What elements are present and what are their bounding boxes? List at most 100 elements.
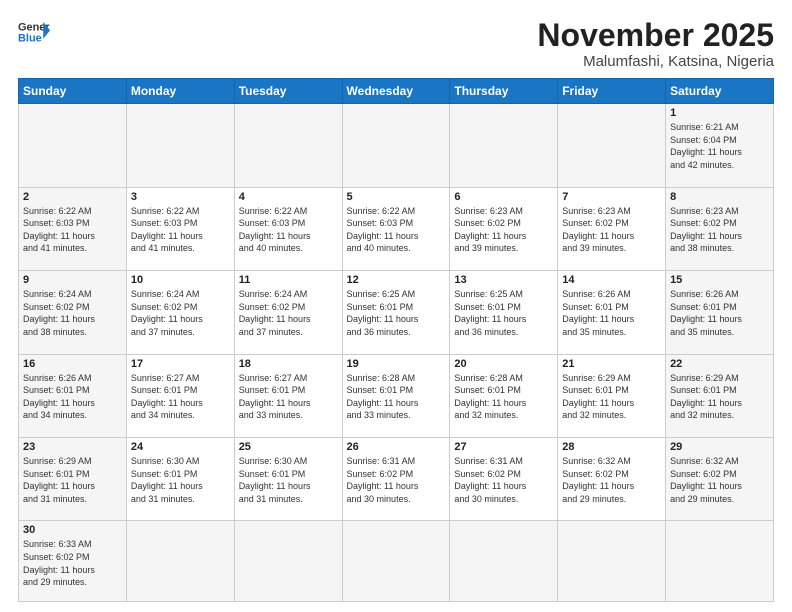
day-info: Sunrise: 6:32 AM Sunset: 6:02 PM Dayligh… xyxy=(562,455,661,505)
day-number: 10 xyxy=(131,274,230,286)
day-number: 26 xyxy=(347,441,446,453)
header-monday: Monday xyxy=(126,79,234,104)
table-row: 14 Sunrise: 6:26 AM Sunset: 6:01 PM Dayli… xyxy=(558,271,666,354)
day-info: Sunrise: 6:22 AM Sunset: 6:03 PM Dayligh… xyxy=(347,205,446,255)
day-info: Sunrise: 6:33 AM Sunset: 6:02 PM Dayligh… xyxy=(23,538,122,588)
table-row xyxy=(450,104,558,187)
table-row: 20Sunrise: 6:28 AM Sunset: 6:01 PM Dayli… xyxy=(450,354,558,437)
day-number: 14 xyxy=(562,274,661,286)
table-row: 21 Sunrise: 6:29 AM Sunset: 6:01 PM Dayli… xyxy=(558,354,666,437)
day-info: Sunrise: 6:24 AM Sunset: 6:02 PM Dayligh… xyxy=(239,288,338,338)
table-row: 1 Sunrise: 6:21 AM Sunset: 6:04 PM Daylig… xyxy=(666,104,774,187)
table-row: 4Sunrise: 6:22 AM Sunset: 6:03 PM Daylig… xyxy=(234,187,342,270)
day-number: 2 xyxy=(23,191,122,203)
day-info: Sunrise: 6:25 AM Sunset: 6:01 PM Dayligh… xyxy=(347,288,446,338)
day-number: 21 xyxy=(562,358,661,370)
table-row: 10 Sunrise: 6:24 AM Sunset: 6:02 PM Dayli… xyxy=(126,271,234,354)
day-number: 23 xyxy=(23,441,122,453)
day-number: 22 xyxy=(670,358,769,370)
day-number: 30 xyxy=(23,524,122,536)
table-row: 11 Sunrise: 6:24 AM Sunset: 6:02 PM Dayli… xyxy=(234,271,342,354)
table-row: 6 Sunrise: 6:23 AM Sunset: 6:02 PM Daylig… xyxy=(450,187,558,270)
day-number: 5 xyxy=(347,191,446,203)
calendar-table: Sunday Monday Tuesday Wednesday Thursday… xyxy=(18,78,774,602)
day-info: Sunrise: 6:27 AM Sunset: 6:01 PM Dayligh… xyxy=(131,372,230,422)
day-number: 24 xyxy=(131,441,230,453)
table-row xyxy=(342,104,450,187)
table-row: 5 Sunrise: 6:22 AM Sunset: 6:03 PM Daylig… xyxy=(342,187,450,270)
calendar-row-3: 16 Sunrise: 6:26 AM Sunset: 6:01 PM Dayli… xyxy=(19,354,774,437)
day-number: 13 xyxy=(454,274,553,286)
header-sunday: Sunday xyxy=(19,79,127,104)
day-info: Sunrise: 6:27 AM Sunset: 6:01 PM Dayligh… xyxy=(239,372,338,422)
table-row: 13 Sunrise: 6:25 AM Sunset: 6:01 PM Dayli… xyxy=(450,271,558,354)
table-row: 9 Sunrise: 6:24 AM Sunset: 6:02 PM Daylig… xyxy=(19,271,127,354)
calendar-row-2: 9 Sunrise: 6:24 AM Sunset: 6:02 PM Daylig… xyxy=(19,271,774,354)
day-info: Sunrise: 6:32 AM Sunset: 6:02 PM Dayligh… xyxy=(670,455,769,505)
day-info: Sunrise: 6:28 AM Sunset: 6:01 PM Dayligh… xyxy=(347,372,446,422)
calendar-row-0: 1 Sunrise: 6:21 AM Sunset: 6:04 PM Daylig… xyxy=(19,104,774,187)
day-info: Sunrise: 6:29 AM Sunset: 6:01 PM Dayligh… xyxy=(562,372,661,422)
table-row: 26 Sunrise: 6:31 AM Sunset: 6:02 PM Dayli… xyxy=(342,438,450,521)
day-info: Sunrise: 6:29 AM Sunset: 6:01 PM Dayligh… xyxy=(23,455,122,505)
header-thursday: Thursday xyxy=(450,79,558,104)
calendar-row-4: 23 Sunrise: 6:29 AM Sunset: 6:01 PM Dayli… xyxy=(19,438,774,521)
day-number: 8 xyxy=(670,191,769,203)
page: General Blue November 2025 Malumfashi, K… xyxy=(0,0,792,612)
table-row: 25 Sunrise: 6:30 AM Sunset: 6:01 PM Dayli… xyxy=(234,438,342,521)
title-block: November 2025 Malumfashi, Katsina, Niger… xyxy=(537,18,774,70)
table-row: 23 Sunrise: 6:29 AM Sunset: 6:01 PM Dayli… xyxy=(19,438,127,521)
day-info: Sunrise: 6:28 AM Sunset: 6:01 PM Dayligh… xyxy=(454,372,553,422)
day-number: 16 xyxy=(23,358,122,370)
table-row: 8Sunrise: 6:23 AM Sunset: 6:02 PM Daylig… xyxy=(666,187,774,270)
day-number: 19 xyxy=(347,358,446,370)
svg-text:Blue: Blue xyxy=(18,32,42,44)
header: General Blue November 2025 Malumfashi, K… xyxy=(18,18,774,70)
table-row: 19 Sunrise: 6:28 AM Sunset: 6:01 PM Dayli… xyxy=(342,354,450,437)
day-info: Sunrise: 6:30 AM Sunset: 6:01 PM Dayligh… xyxy=(131,455,230,505)
day-info: Sunrise: 6:22 AM Sunset: 6:03 PM Dayligh… xyxy=(23,205,122,255)
calendar-row-5: 30 Sunrise: 6:33 AM Sunset: 6:02 PM Dayli… xyxy=(19,521,774,602)
header-wednesday: Wednesday xyxy=(342,79,450,104)
header-saturday: Saturday xyxy=(666,79,774,104)
table-row xyxy=(19,104,127,187)
day-number: 9 xyxy=(23,274,122,286)
table-row: 22Sunrise: 6:29 AM Sunset: 6:01 PM Dayli… xyxy=(666,354,774,437)
table-row xyxy=(558,104,666,187)
day-number: 12 xyxy=(347,274,446,286)
day-number: 1 xyxy=(670,107,769,119)
day-number: 4 xyxy=(239,191,338,203)
day-info: Sunrise: 6:31 AM Sunset: 6:02 PM Dayligh… xyxy=(454,455,553,505)
day-number: 27 xyxy=(454,441,553,453)
day-info: Sunrise: 6:26 AM Sunset: 6:01 PM Dayligh… xyxy=(562,288,661,338)
table-row: 27 Sunrise: 6:31 AM Sunset: 6:02 PM Dayli… xyxy=(450,438,558,521)
day-info: Sunrise: 6:22 AM Sunset: 6:03 PM Dayligh… xyxy=(131,205,230,255)
day-number: 25 xyxy=(239,441,338,453)
day-info: Sunrise: 6:21 AM Sunset: 6:04 PM Dayligh… xyxy=(670,121,769,171)
table-row: 7Sunrise: 6:23 AM Sunset: 6:02 PM Daylig… xyxy=(558,187,666,270)
day-number: 15 xyxy=(670,274,769,286)
day-info: Sunrise: 6:31 AM Sunset: 6:02 PM Dayligh… xyxy=(347,455,446,505)
day-info: Sunrise: 6:30 AM Sunset: 6:01 PM Dayligh… xyxy=(239,455,338,505)
day-info: Sunrise: 6:24 AM Sunset: 6:02 PM Dayligh… xyxy=(131,288,230,338)
day-info: Sunrise: 6:26 AM Sunset: 6:01 PM Dayligh… xyxy=(23,372,122,422)
table-row: 18Sunrise: 6:27 AM Sunset: 6:01 PM Dayli… xyxy=(234,354,342,437)
table-row: 30 Sunrise: 6:33 AM Sunset: 6:02 PM Dayli… xyxy=(19,521,127,602)
calendar-row-1: 2 Sunrise: 6:22 AM Sunset: 6:03 PM Daylig… xyxy=(19,187,774,270)
day-info: Sunrise: 6:23 AM Sunset: 6:02 PM Dayligh… xyxy=(454,205,553,255)
subtitle: Malumfashi, Katsina, Nigeria xyxy=(537,53,774,70)
weekday-header-row: Sunday Monday Tuesday Wednesday Thursday… xyxy=(19,79,774,104)
day-info: Sunrise: 6:25 AM Sunset: 6:01 PM Dayligh… xyxy=(454,288,553,338)
header-friday: Friday xyxy=(558,79,666,104)
day-info: Sunrise: 6:23 AM Sunset: 6:02 PM Dayligh… xyxy=(562,205,661,255)
table-row: 12 Sunrise: 6:25 AM Sunset: 6:01 PM Dayli… xyxy=(342,271,450,354)
day-number: 6 xyxy=(454,191,553,203)
day-number: 17 xyxy=(131,358,230,370)
table-row xyxy=(450,521,558,602)
day-info: Sunrise: 6:24 AM Sunset: 6:02 PM Dayligh… xyxy=(23,288,122,338)
table-row xyxy=(234,521,342,602)
day-number: 28 xyxy=(562,441,661,453)
table-row xyxy=(558,521,666,602)
table-row xyxy=(126,104,234,187)
day-number: 11 xyxy=(239,274,338,286)
